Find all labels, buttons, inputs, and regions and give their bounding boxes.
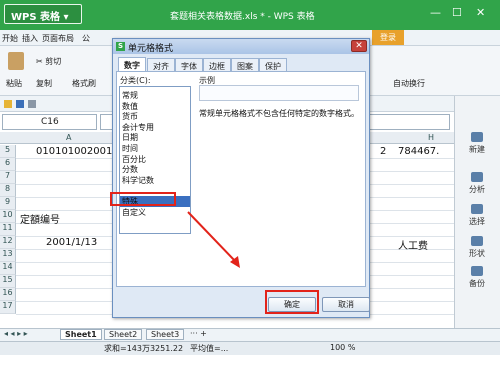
annotation-arrow xyxy=(187,211,240,268)
